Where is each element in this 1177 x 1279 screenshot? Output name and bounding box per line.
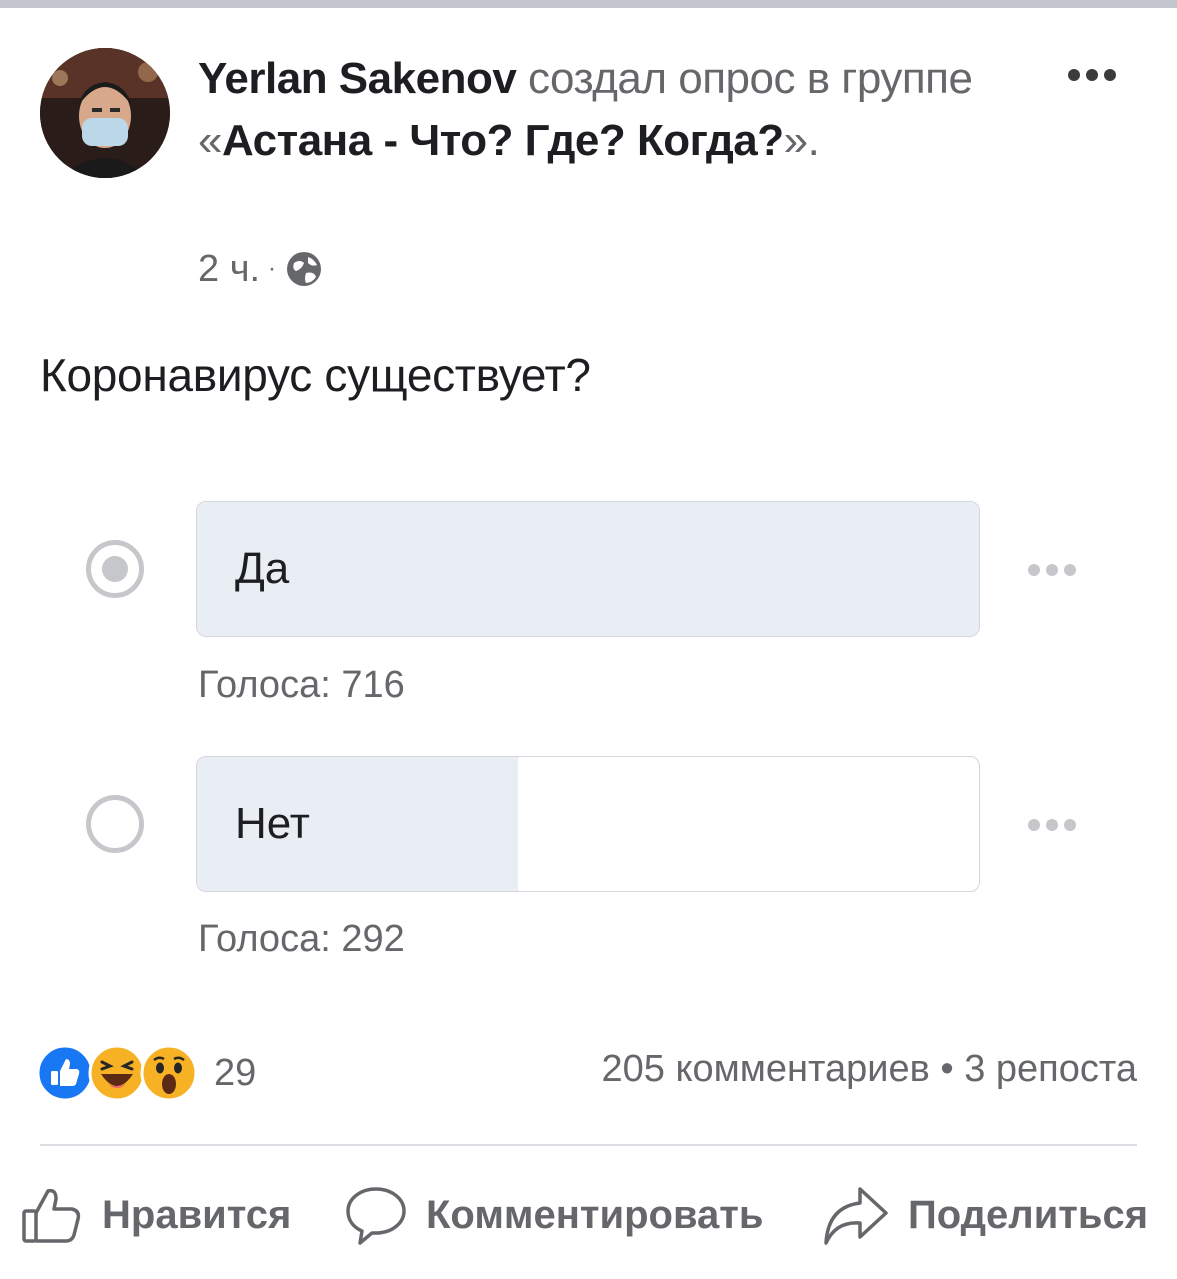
comment-button[interactable]: Комментировать <box>344 1180 763 1250</box>
poll-option-yes[interactable]: Да <box>196 501 980 637</box>
poll-option-yes-label: Да <box>235 544 290 593</box>
like-button-label: Нравится <box>102 1192 292 1237</box>
post-meta: 2 ч. · <box>198 246 324 292</box>
top-bar <box>0 0 1177 8</box>
poll-option-radio-no[interactable] <box>86 795 144 853</box>
post-more-options-icon[interactable] <box>1062 60 1122 90</box>
poll-option-no-label: Нет <box>235 799 310 848</box>
meta-separator: · <box>268 255 277 282</box>
header-end-text: ». <box>783 116 820 165</box>
haha-reaction-icon <box>88 1044 146 1102</box>
globe-icon[interactable] <box>284 249 324 289</box>
post-header: Yerlan Sakenov создал опрос в группе «Ас… <box>198 48 998 172</box>
avatar[interactable] <box>40 48 170 178</box>
like-reaction-icon <box>36 1044 94 1102</box>
comments-shares-count[interactable]: 205 комментариев • 3 репоста <box>601 1048 1137 1091</box>
poll-question: Коронавирус существует? <box>40 349 591 401</box>
poll-option-yes-votes[interactable]: Голоса: 716 <box>198 664 405 707</box>
wow-reaction-icon <box>140 1044 198 1102</box>
poll-option-no-votes[interactable]: Голоса: 292 <box>198 918 405 961</box>
thumbs-up-icon <box>22 1188 81 1243</box>
group-name[interactable]: Астана - Что? Где? Когда? <box>222 116 784 165</box>
poll-option-no[interactable]: Нет <box>196 756 980 892</box>
author-name[interactable]: Yerlan Sakenov <box>198 54 517 103</box>
comment-button-label: Комментировать <box>426 1192 764 1237</box>
like-button[interactable]: Нравится <box>20 1180 291 1250</box>
share-button-label: Поделиться <box>908 1192 1149 1237</box>
reaction-count: 29 <box>214 1051 257 1094</box>
poll-option-yes-fill <box>197 502 979 636</box>
comment-icon <box>346 1187 406 1245</box>
divider <box>40 1144 1137 1146</box>
share-button[interactable]: Поделиться <box>822 1180 1148 1250</box>
reactions-summary[interactable]: 29 <box>36 1043 256 1103</box>
poll-option-yes-more-icon[interactable] <box>1022 560 1082 580</box>
post-time[interactable]: 2 ч. <box>198 248 260 291</box>
poll-option-radio-yes[interactable] <box>86 540 144 598</box>
share-icon <box>824 1187 888 1245</box>
poll-option-no-more-icon[interactable] <box>1022 815 1082 835</box>
